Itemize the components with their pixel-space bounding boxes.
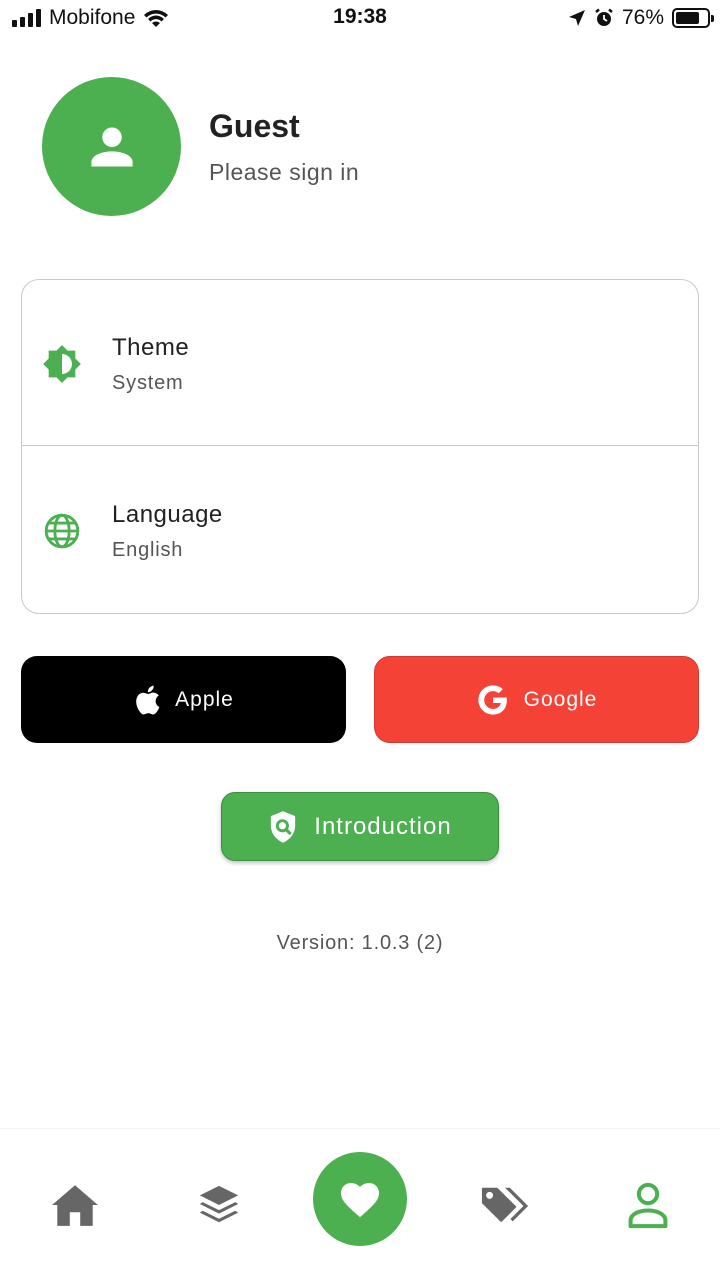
introduction-button[interactable]: Introduction [221, 792, 499, 861]
nav-layers[interactable] [191, 1177, 247, 1233]
battery-icon [672, 8, 714, 28]
avatar[interactable] [42, 77, 181, 216]
settings-card: Theme System Language English [21, 279, 699, 614]
introduction-button-label: Introduction [314, 812, 452, 840]
globe-icon [42, 511, 82, 551]
status-bar: Mobifone 19:38 76% [0, 0, 720, 38]
brightness-icon [42, 344, 82, 384]
heart-icon [340, 1183, 380, 1218]
google-icon [478, 684, 507, 715]
person-icon [90, 127, 133, 166]
status-bar-right: 76% [568, 6, 714, 30]
nav-favorites-fab[interactable] [313, 1152, 407, 1246]
nav-profile[interactable] [620, 1177, 676, 1233]
nav-home[interactable] [47, 1177, 103, 1233]
battery-percentage: 76% [621, 6, 664, 29]
version-text: Version: 1.0.3 (2) [276, 932, 444, 954]
person-outline-icon [628, 1182, 668, 1229]
location-arrow-icon [568, 10, 585, 26]
theme-setting-row[interactable]: Theme System [22, 280, 698, 446]
battery-fill [676, 12, 699, 24]
theme-title: Theme [112, 334, 190, 361]
profile-name: Guest [209, 108, 300, 144]
alarm-icon [595, 8, 613, 26]
tags-icon [481, 1187, 529, 1223]
google-button-label: Google [523, 687, 598, 711]
language-title: Language [112, 501, 223, 528]
apple-sign-in-button[interactable]: Apple [21, 656, 346, 743]
language-value: English [112, 539, 184, 561]
nav-tags[interactable] [477, 1177, 533, 1233]
shield-search-icon [271, 810, 296, 843]
google-sign-in-button[interactable]: Google [374, 656, 699, 743]
profile-subtitle[interactable]: Please sign in [209, 159, 359, 186]
language-setting-row[interactable]: Language English [22, 447, 698, 613]
home-icon [52, 1185, 98, 1226]
apple-button-label: Apple [175, 687, 234, 711]
apple-icon [136, 685, 160, 714]
theme-value: System [112, 372, 184, 394]
layers-icon [199, 1185, 239, 1223]
bottom-nav [0, 1128, 720, 1280]
